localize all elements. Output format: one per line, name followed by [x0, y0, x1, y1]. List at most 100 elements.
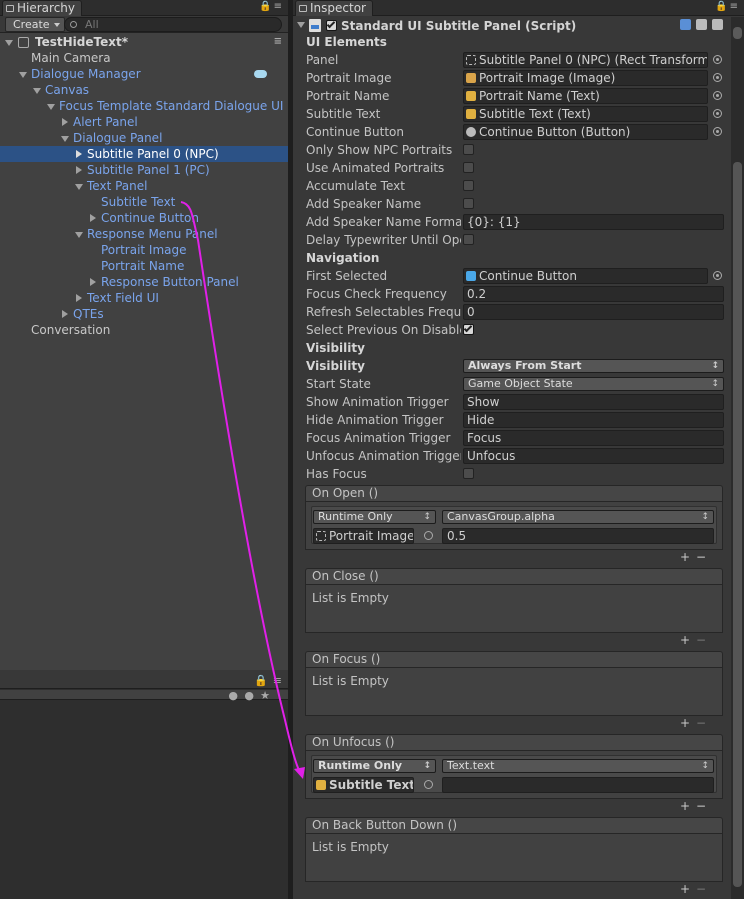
collapse-arrow-icon[interactable]	[90, 214, 96, 222]
unfocus-anim-input[interactable]: Unfocus	[463, 448, 724, 464]
label-icon[interactable]: ●	[244, 689, 254, 702]
inspector-tab[interactable]: Inspector	[295, 0, 373, 16]
select-previous-checkbox[interactable]	[463, 323, 474, 335]
scrollbar-thumb[interactable]	[733, 162, 742, 887]
collapse-arrow-icon[interactable]	[90, 278, 96, 286]
preset-icon[interactable]	[696, 19, 707, 30]
hide-anim-input[interactable]: Hide	[463, 412, 724, 428]
expand-arrow-icon[interactable]	[5, 40, 13, 46]
runtime-dropdown[interactable]: Runtime Only	[313, 759, 436, 773]
tree-item-subtitle-panel-1[interactable]: Subtitle Panel 1 (PC)	[0, 162, 288, 178]
event-on-close: On Close () List is Empty + −	[305, 568, 723, 648]
add-button[interactable]: +	[677, 883, 693, 895]
add-speaker-name-checkbox[interactable]	[463, 198, 474, 209]
collapse-arrow-icon[interactable]	[62, 118, 68, 126]
tree-item-portrait-name[interactable]: Portrait Name	[0, 258, 288, 274]
create-button[interactable]: Create	[5, 17, 65, 32]
object-picker-icon[interactable]	[713, 127, 722, 136]
accumulate-text-checkbox[interactable]	[463, 180, 474, 191]
start-state-dropdown[interactable]: Game Object State	[463, 377, 724, 391]
menu-icon[interactable]: ≡	[273, 674, 282, 687]
refresh-selectables-input[interactable]: 0	[463, 304, 724, 320]
gear-icon[interactable]	[712, 19, 723, 30]
first-selected-object-field[interactable]: Continue Button	[463, 268, 708, 284]
use-animated-checkbox[interactable]	[463, 162, 474, 173]
event-value-input[interactable]	[442, 777, 714, 793]
tree-item-scene[interactable]: TestHideText* ≡	[0, 34, 288, 50]
subtitle-text-object-field[interactable]: Subtitle Text (Text)	[463, 106, 708, 122]
create-icon[interactable]: ●	[228, 689, 238, 702]
focus-anim-input[interactable]: Focus	[463, 430, 724, 446]
tree-item-alert-panel[interactable]: Alert Panel	[0, 114, 288, 130]
continue-button-object-field[interactable]: Continue Button (Button)	[463, 124, 708, 140]
collapse-arrow-icon[interactable]	[62, 310, 68, 318]
visibility-dropdown[interactable]: Always From Start	[463, 359, 724, 373]
speaker-format-input[interactable]: {0}: {1}	[463, 214, 724, 230]
object-picker-icon[interactable]	[713, 73, 722, 82]
collapse-arrow-icon[interactable]	[76, 150, 82, 158]
scrollbar[interactable]	[731, 17, 744, 899]
remove-button[interactable]: −	[693, 551, 709, 563]
object-picker-icon[interactable]	[713, 91, 722, 100]
expand-arrow-icon[interactable]	[75, 184, 83, 190]
event-object-field[interactable]: Portrait Image	[313, 528, 414, 544]
portrait-name-object-field[interactable]: Portrait Name (Text)	[463, 88, 708, 104]
tree-item-qtes[interactable]: QTEs	[0, 306, 288, 322]
tree-item-text-field-ui[interactable]: Text Field UI	[0, 290, 288, 306]
component-header[interactable]: Standard UI Subtitle Panel (Script)	[293, 17, 731, 34]
tree-item-subtitle-panel-0[interactable]: Subtitle Panel 0 (NPC)	[0, 146, 288, 162]
lock-icon[interactable]: 🔒	[254, 674, 268, 687]
expand-arrow-icon[interactable]	[61, 136, 69, 142]
object-picker-icon[interactable]	[713, 271, 722, 280]
hierarchy-tab[interactable]: Hierarchy	[2, 0, 83, 16]
function-dropdown[interactable]: Text.text	[442, 759, 714, 773]
runtime-dropdown[interactable]: Runtime Only	[313, 510, 436, 524]
panel-object-field[interactable]: Subtitle Panel 0 (NPC) (Rect Transform)	[463, 52, 708, 68]
tree-item-subtitle-text[interactable]: Subtitle Text	[0, 194, 288, 210]
collapse-arrow-icon[interactable]	[76, 166, 82, 174]
show-anim-input[interactable]: Show	[463, 394, 724, 410]
object-picker-icon[interactable]	[713, 55, 722, 64]
delay-typewriter-checkbox[interactable]	[463, 234, 474, 245]
portrait-image-object-field[interactable]: Portrait Image (Image)	[463, 70, 708, 86]
search-input[interactable]: All	[64, 17, 282, 32]
menu-icon[interactable]: ≡	[274, 34, 282, 50]
tab-options-icon[interactable]: 🔒≡	[259, 1, 284, 12]
tree-item-portrait-image[interactable]: Portrait Image	[0, 242, 288, 258]
tree-item-canvas[interactable]: Canvas	[0, 82, 288, 98]
star-icon[interactable]: ★	[260, 689, 270, 702]
add-button[interactable]: +	[677, 634, 693, 646]
tree-item-text-panel[interactable]: Text Panel	[0, 178, 288, 194]
remove-button[interactable]: −	[693, 800, 709, 812]
expand-arrow-icon[interactable]	[19, 72, 27, 78]
expand-arrow-icon[interactable]	[75, 232, 83, 238]
expand-arrow-icon[interactable]	[33, 88, 41, 94]
object-picker-icon[interactable]	[424, 780, 433, 789]
function-dropdown[interactable]: CanvasGroup.alpha	[442, 510, 714, 524]
add-button[interactable]: +	[677, 551, 693, 563]
event-value-input[interactable]: 0.5	[442, 528, 714, 544]
tree-item-focus-template[interactable]: Focus Template Standard Dialogue UI	[0, 98, 288, 114]
object-picker-icon[interactable]	[713, 109, 722, 118]
tree-item-response-button-panel[interactable]: Response Button Panel	[0, 274, 288, 290]
event-object-field[interactable]: Subtitle Text	[313, 777, 414, 793]
add-button[interactable]: +	[677, 717, 693, 729]
tree-item-dialogue-panel[interactable]: Dialogue Panel	[0, 130, 288, 146]
expand-arrow-icon[interactable]	[47, 104, 55, 110]
object-picker-icon[interactable]	[424, 531, 433, 540]
help-icon[interactable]	[680, 19, 691, 30]
tree-item-conversation[interactable]: Conversation	[0, 322, 288, 338]
tree-item-main-camera[interactable]: Main Camera	[0, 50, 288, 66]
collapse-arrow-icon[interactable]	[76, 294, 82, 302]
component-enabled-checkbox[interactable]	[326, 19, 337, 31]
add-button[interactable]: +	[677, 800, 693, 812]
has-focus-checkbox[interactable]	[463, 468, 474, 479]
tree-item-response-menu-panel[interactable]: Response Menu Panel	[0, 226, 288, 242]
focus-check-input[interactable]: 0.2	[463, 286, 724, 302]
prop-label: First Selected	[306, 269, 388, 283]
fold-arrow-icon[interactable]	[297, 22, 305, 28]
tab-options-icon[interactable]: 🔒≡	[715, 1, 740, 12]
tree-item-dialogue-manager[interactable]: Dialogue Manager	[0, 66, 288, 82]
only-show-npc-checkbox[interactable]	[463, 144, 474, 155]
tree-item-continue-button[interactable]: Continue Button	[0, 210, 288, 226]
